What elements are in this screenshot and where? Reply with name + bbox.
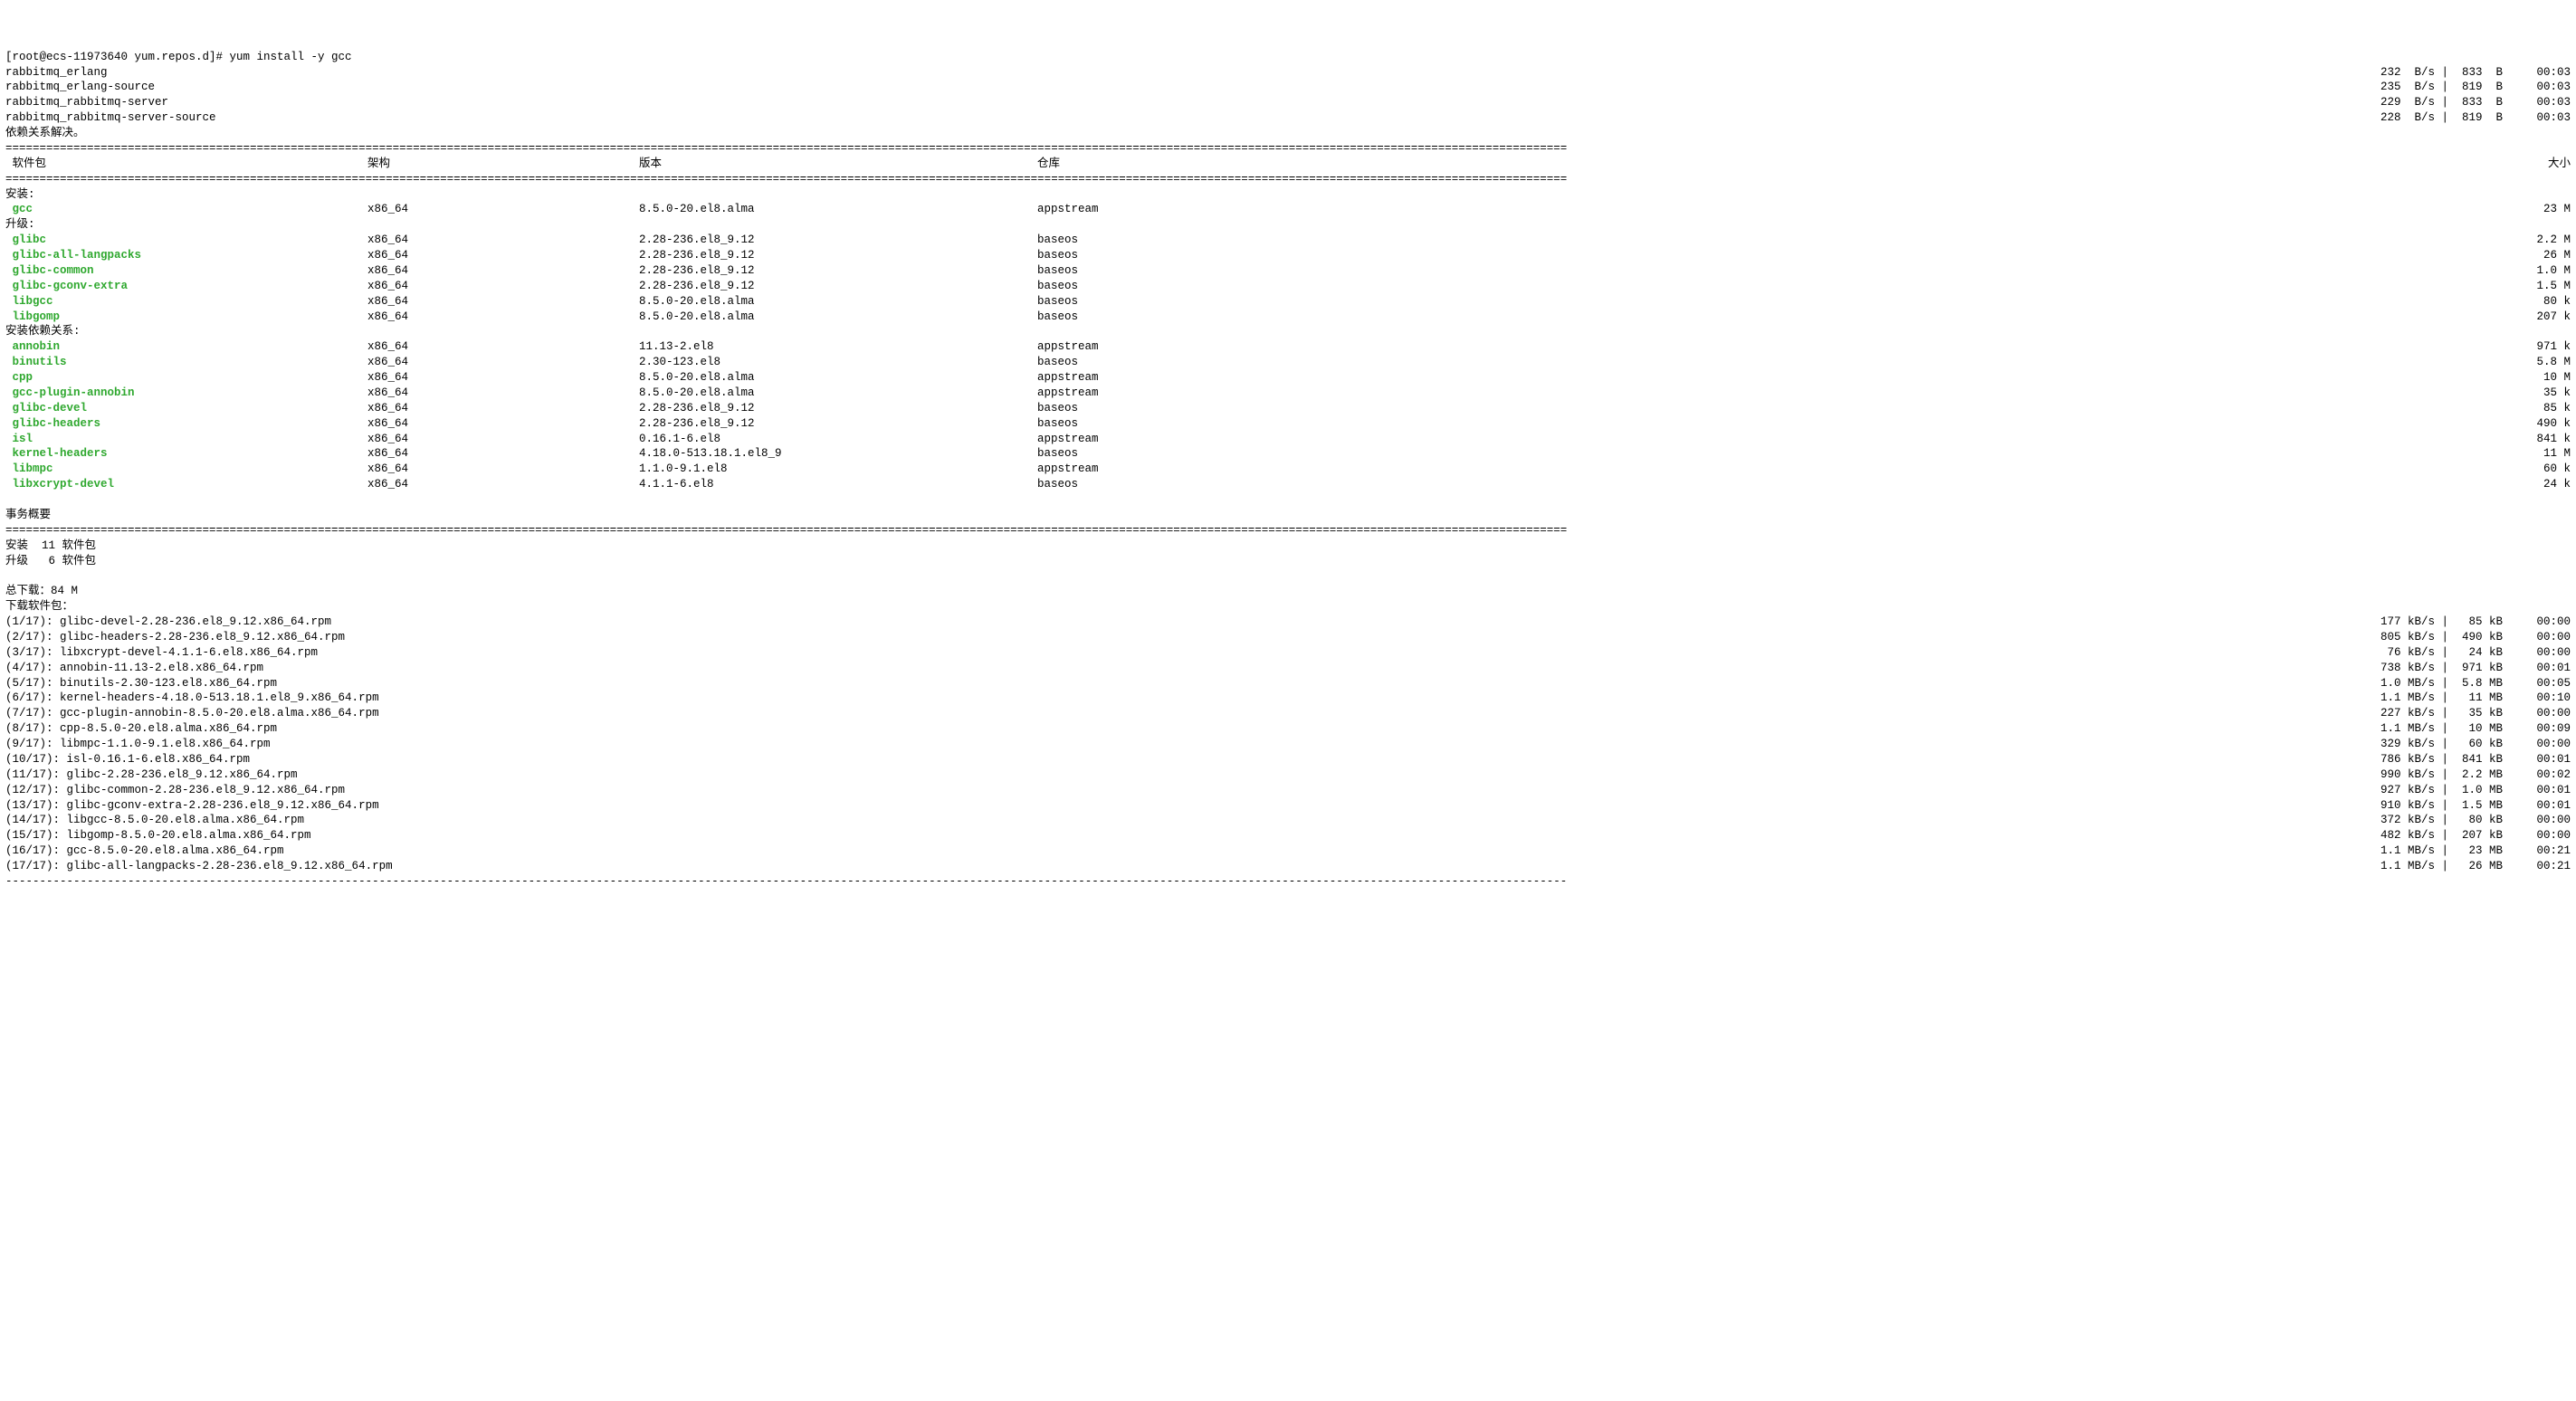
package-row: kernel-headersx86_644.18.0-513.18.1.el8_… [5, 446, 2571, 462]
package-row: glibc-gconv-extrax86_642.28-236.el8_9.12… [5, 279, 2571, 294]
package-row: glibc-all-langpacksx86_642.28-236.el8_9.… [5, 248, 2571, 263]
package-row: libmpcx86_641.1.0-9.1.el8appstream60 k [5, 462, 2571, 477]
package-row: gccx86_648.5.0-20.el8.almaappstream23 M [5, 202, 2571, 217]
package-row: glibc-commonx86_642.28-236.el8_9.12baseo… [5, 263, 2571, 279]
download-row: (7/17): gcc-plugin-annobin-8.5.0-20.el8.… [5, 706, 2571, 721]
download-row: (14/17): libgcc-8.5.0-20.el8.alma.x86_64… [5, 813, 2571, 828]
package-row: binutilsx86_642.30-123.el8baseos5.8 M [5, 355, 2571, 370]
download-row: (17/17): glibc-all-langpacks-2.28-236.el… [5, 859, 2571, 874]
install-deps-section-label: 安装依赖关系: [5, 324, 2571, 339]
repo-line: rabbitmq_erlang 232 B/s | 833 B 00:03 [5, 65, 2571, 81]
package-row: annobinx86_6411.13-2.el8appstream971 k [5, 339, 2571, 355]
package-row: cppx86_648.5.0-20.el8.almaappstream10 M [5, 370, 2571, 386]
downloading-label: 下载软件包： [5, 599, 2571, 615]
repo-line: rabbitmq_rabbitmq-server-source 228 B/s … [5, 110, 2571, 126]
blank-line [5, 568, 2571, 584]
download-row: (8/17): cpp-8.5.0-20.el8.alma.x86_64.rpm… [5, 721, 2571, 737]
deps-resolved: 依赖关系解决。 [5, 126, 2571, 141]
download-row: (10/17): isl-0.16.1-6.el8.x86_64.rpm 786… [5, 752, 2571, 767]
package-row: islx86_640.16.1-6.el8appstream841 k [5, 432, 2571, 447]
package-row: glibc-headersx86_642.28-236.el8_9.12base… [5, 416, 2571, 432]
table-header: 软件包架构版本仓库大小 [5, 157, 2571, 172]
download-row: (12/17): glibc-common-2.28-236.el8_9.12.… [5, 783, 2571, 798]
upgrade-section-label: 升级: [5, 217, 2571, 233]
package-row: libxcrypt-develx86_644.1.1-6.el8baseos24… [5, 477, 2571, 492]
package-row: libgompx86_648.5.0-20.el8.almabaseos207 … [5, 310, 2571, 325]
download-row: (3/17): libxcrypt-devel-4.1.1-6.el8.x86_… [5, 645, 2571, 661]
download-row: (13/17): glibc-gconv-extra-2.28-236.el8_… [5, 798, 2571, 814]
terminal-output: [root@ecs-11973640 yum.repos.d]# yum ins… [5, 50, 2571, 890]
download-row: (15/17): libgomp-8.5.0-20.el8.alma.x86_6… [5, 828, 2571, 843]
download-row: (1/17): glibc-devel-2.28-236.el8_9.12.x8… [5, 615, 2571, 630]
summary-label: 事务概要 [5, 508, 2571, 523]
download-row: (5/17): binutils-2.30-123.el8.x86_64.rpm… [5, 676, 2571, 691]
divider: ========================================… [5, 523, 2571, 538]
divider: ----------------------------------------… [5, 874, 2571, 890]
download-row: (6/17): kernel-headers-4.18.0-513.18.1.e… [5, 691, 2571, 706]
total-download: 总下载：84 M [5, 584, 2571, 599]
install-section-label: 安装: [5, 187, 2571, 203]
download-row: (2/17): glibc-headers-2.28-236.el8_9.12.… [5, 630, 2571, 645]
package-row: libgccx86_648.5.0-20.el8.almabaseos80 k [5, 294, 2571, 310]
blank-line [5, 492, 2571, 508]
summary-install: 安装 11 软件包 [5, 538, 2571, 554]
repo-line: rabbitmq_erlang-source 235 B/s | 819 B 0… [5, 80, 2571, 95]
package-row: glibc-develx86_642.28-236.el8_9.12baseos… [5, 401, 2571, 416]
repo-line: rabbitmq_rabbitmq-server 229 B/s | 833 B… [5, 95, 2571, 110]
command-prompt: [root@ecs-11973640 yum.repos.d]# yum ins… [5, 50, 2571, 65]
download-row: (9/17): libmpc-1.1.0-9.1.el8.x86_64.rpm … [5, 737, 2571, 752]
divider: ========================================… [5, 141, 2571, 157]
download-row: (11/17): glibc-2.28-236.el8_9.12.x86_64.… [5, 767, 2571, 783]
package-row: gcc-plugin-annobinx86_648.5.0-20.el8.alm… [5, 386, 2571, 401]
download-row: (4/17): annobin-11.13-2.el8.x86_64.rpm 7… [5, 661, 2571, 676]
download-row: (16/17): gcc-8.5.0-20.el8.alma.x86_64.rp… [5, 843, 2571, 859]
package-row: glibcx86_642.28-236.el8_9.12baseos2.2 M [5, 233, 2571, 248]
divider: ========================================… [5, 172, 2571, 187]
summary-upgrade: 升级 6 软件包 [5, 554, 2571, 569]
